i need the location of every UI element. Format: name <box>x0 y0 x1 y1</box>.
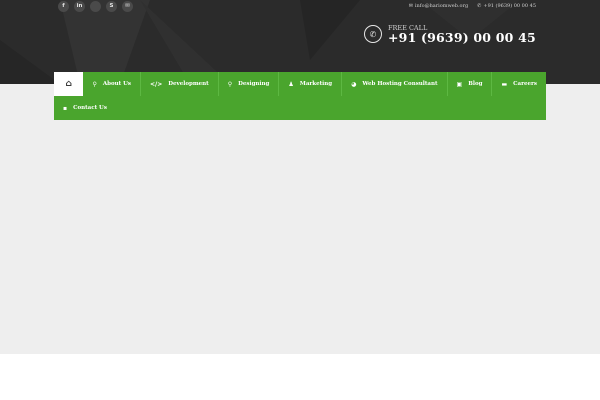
nav-item-marketing[interactable]: ♟ Marketing <box>279 72 343 96</box>
social-links: f in S ✉ <box>54 0 133 12</box>
nav-item-careers[interactable]: ▬ Careers <box>492 72 546 96</box>
nav-item-development[interactable]: </> Development <box>141 72 219 96</box>
content-area <box>0 84 600 354</box>
briefcase-icon: ▬ <box>501 80 508 88</box>
blank-social-icon[interactable] <box>90 0 101 12</box>
free-call-block: ✆ FREE CALL +91 (9639) 00 00 45 <box>364 24 536 45</box>
top-contacts: ✉ info@hariomweb.org ✆ +91 (9639) 00 00 45 <box>409 3 546 9</box>
globe-icon: ◕ <box>351 80 357 88</box>
home-icon: ⌂ <box>65 79 72 89</box>
nav-item-designing[interactable]: ⚲ Designing <box>219 72 280 96</box>
nav-label: Web Hosting Consultant <box>362 81 438 87</box>
nav-label: Careers <box>513 81 537 87</box>
top-email[interactable]: ✉ info@hariomweb.org <box>409 3 468 9</box>
phone-circle-icon: ✆ <box>364 25 382 43</box>
nav-item-blog[interactable]: ▣ Blog <box>448 72 493 96</box>
nav-item-web-hosting-consultant[interactable]: ◕ Web Hosting Consultant <box>342 72 448 96</box>
edit-icon: ▣ <box>456 80 463 88</box>
nav-label: About Us <box>102 81 132 87</box>
top-phone-text: +91 (9639) 00 00 45 <box>483 3 536 9</box>
phone-icon: ✆ <box>477 3 482 9</box>
nav-label: Contact Us <box>73 105 107 111</box>
facebook-icon[interactable]: f <box>58 0 69 12</box>
user-icon: ♟ <box>288 80 294 88</box>
nav-item-about-us[interactable]: ⚲ About Us <box>83 72 142 96</box>
nav-label: Marketing <box>299 81 333 87</box>
nav-label: Development <box>168 81 209 87</box>
top-email-text: info@hariomweb.org <box>414 3 469 9</box>
email-icon[interactable]: ✉ <box>122 0 133 12</box>
skype-icon[interactable]: S <box>106 0 117 12</box>
linkedin-icon[interactable]: in <box>74 0 85 12</box>
nav-row-2: ▪ Contact Us <box>54 96 546 120</box>
magnifier-icon: ⚲ <box>227 80 233 88</box>
nav-label: Designing <box>238 81 270 87</box>
nav-label: Blog <box>468 81 483 87</box>
code-icon: </> <box>150 80 163 88</box>
nav-item-contact-us[interactable]: ▪ Contact Us <box>54 96 116 120</box>
nav-home[interactable]: ⌂ <box>54 72 84 96</box>
top-bar: f in S ✉ ✉ info@hariomweb.org ✆ +91 (9639)… <box>54 0 546 12</box>
top-phone[interactable]: ✆ +91 (9639) 00 00 45 <box>477 3 536 9</box>
search-icon: ⚲ <box>92 80 97 88</box>
main-navigation: ⌂ ⚲ About Us </> Development ⚲ Designing… <box>54 72 546 120</box>
envelope-icon: ✉ <box>408 3 413 9</box>
free-call-number[interactable]: +91 (9639) 00 00 45 <box>388 31 536 45</box>
nav-row-1: ⌂ ⚲ About Us </> Development ⚲ Designing… <box>54 72 546 96</box>
chat-icon: ▪ <box>63 104 68 112</box>
